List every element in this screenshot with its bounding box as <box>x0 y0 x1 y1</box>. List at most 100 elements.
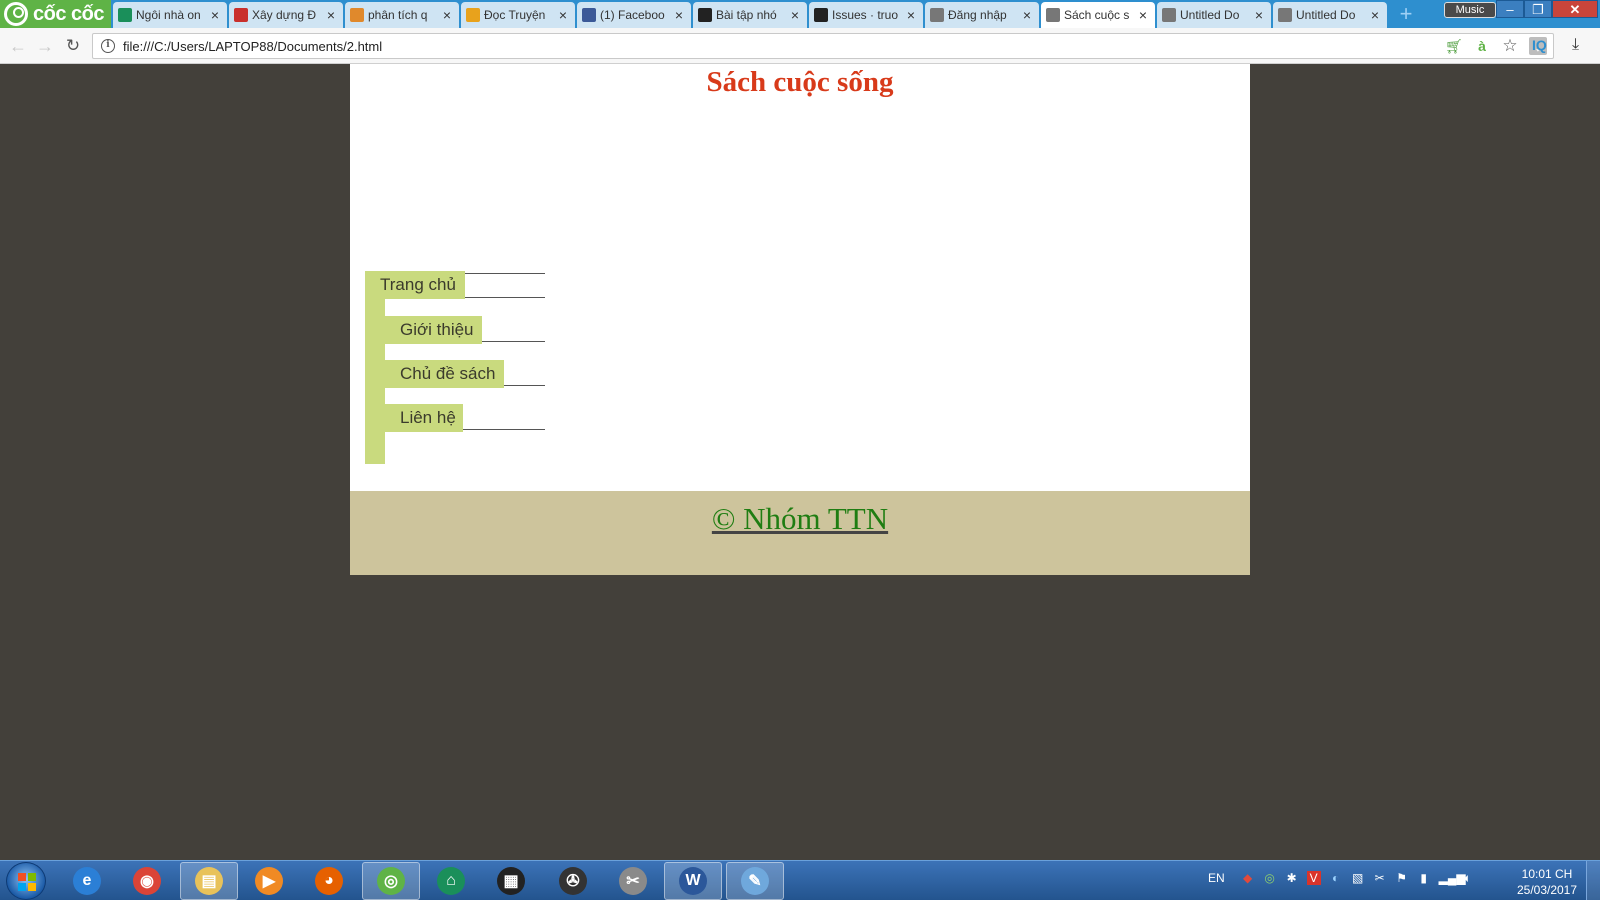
network-sync-tray-icon[interactable]: ◐ <box>1329 871 1343 885</box>
minimize-button[interactable]: – <box>1496 0 1524 18</box>
browser-tab[interactable]: Sách cuộc s × <box>1041 2 1155 28</box>
shopping-cart-icon[interactable]: 🛒︎ <box>1445 37 1463 55</box>
snip-tray-icon[interactable]: ✂ <box>1373 871 1387 885</box>
browser-tab[interactable]: Issues · truo × <box>809 2 923 28</box>
browser-tab-strip: cốc cốc Ngôi nhà on × Xây dựng Đ × phân tích… <box>0 0 1600 28</box>
restore-button[interactable]: ❐ <box>1524 0 1552 18</box>
document-icon <box>1278 8 1292 22</box>
tab-close-icon[interactable]: × <box>1021 7 1033 23</box>
tab-title: Sách cuộc s <box>1064 8 1130 22</box>
firefox-icon: ◕ <box>315 867 343 895</box>
taskbar-app-button[interactable]: ◉ <box>118 862 176 900</box>
tool-tray-icon[interactable]: ▧ <box>1351 871 1365 885</box>
language-indicator[interactable]: EN <box>1208 871 1225 885</box>
new-tab-button[interactable]: + <box>1396 3 1416 25</box>
github-icon <box>698 8 712 22</box>
volume-tray-icon[interactable]: 🔈︎ <box>1461 871 1475 885</box>
tab-close-icon[interactable]: × <box>789 7 801 23</box>
back-button[interactable]: ← <box>8 36 28 56</box>
menu-item-book-topics[interactable]: Chủ đề sách <box>385 360 504 388</box>
signal-tray-icon[interactable]: ▂▄▆ <box>1439 871 1466 885</box>
document-icon <box>1162 8 1176 22</box>
windows-logo-icon <box>18 873 36 891</box>
tab-close-icon[interactable]: × <box>209 7 221 23</box>
clapper-icon: ✇ <box>559 867 587 895</box>
menu-item-home[interactable]: Trang chủ <box>365 271 465 299</box>
menu-item-contact[interactable]: Liên hệ <box>385 404 463 432</box>
browser-tab[interactable]: Untitled Do × <box>1273 2 1387 28</box>
menu-bar-background <box>365 277 385 464</box>
bluetooth-tray-icon[interactable]: ✱ <box>1285 871 1299 885</box>
tab-title: Issues · truo <box>832 8 899 22</box>
media-player-icon: ▶ <box>255 867 283 895</box>
browser-tab[interactable]: Untitled Do × <box>1157 2 1271 28</box>
menu-item-about[interactable]: Giới thiệu <box>385 316 482 344</box>
tab-close-icon[interactable]: × <box>441 7 453 23</box>
browser-tab[interactable]: phân tích q × <box>345 2 459 28</box>
tab-title: Đọc Truyện <box>484 8 546 22</box>
tab-close-icon[interactable]: × <box>325 7 337 23</box>
browser-tab[interactable]: (1) Faceboo × <box>577 2 691 28</box>
tab-list: Ngôi nhà on × Xây dựng Đ × phân tích q × Đọc T… <box>113 2 1389 28</box>
brush-icon <box>234 8 248 22</box>
tab-title: Đăng nhập <box>948 8 1007 22</box>
bookmark-star-icon[interactable]: ☆ <box>1501 37 1519 55</box>
action-center-flag-icon[interactable]: ⚑ <box>1395 871 1409 885</box>
coccoc-menu-button[interactable]: cốc cốc <box>0 0 111 28</box>
taskbar-app-button[interactable]: ▤ <box>180 862 238 900</box>
browser-tab[interactable]: Bài tập nhó × <box>693 2 807 28</box>
brand-name: cốc cốc <box>33 2 104 25</box>
system-clock[interactable]: 10:01 CH 25/03/2017 <box>1512 866 1582 898</box>
browser-tab[interactable]: Xây dựng Đ × <box>229 2 343 28</box>
battery-tray-icon[interactable]: ▮ <box>1417 871 1431 885</box>
downloads-icon[interactable]: ⤓ <box>1572 36 1579 54</box>
forward-button[interactable]: → <box>35 36 55 56</box>
start-button[interactable] <box>6 862 46 900</box>
browser-tab[interactable]: Đọc Truyện × <box>461 2 575 28</box>
reload-button[interactable]: ↻ <box>63 36 83 56</box>
tab-close-icon[interactable]: × <box>1369 7 1381 23</box>
taskbar-app-button[interactable]: ◎ <box>362 862 420 900</box>
paint-icon: ✎ <box>741 867 769 895</box>
info-icon[interactable]: i <box>101 39 115 53</box>
taskbar-app-button[interactable]: e <box>58 862 116 900</box>
url-text[interactable]: file:///C:/Users/LAPTOP88/Documents/2.ht… <box>123 39 1445 54</box>
menu-underline <box>504 385 545 386</box>
taskbar-app-button[interactable]: ✇ <box>544 862 602 900</box>
close-window-button[interactable]: ✕ <box>1552 0 1598 18</box>
tab-close-icon[interactable]: × <box>905 7 917 23</box>
word-icon: W <box>679 867 707 895</box>
taskbar-app-button[interactable]: ▦ <box>482 862 540 900</box>
page-title: Sách cuộc sống <box>706 66 894 98</box>
taskbar-app-button[interactable]: ▶ <box>240 862 298 900</box>
antivirus-tray-icon[interactable]: ◆ <box>1241 871 1255 885</box>
address-bar[interactable]: i file:///C:/Users/LAPTOP88/Documents/2.… <box>92 33 1554 59</box>
file-explorer-icon: ▤ <box>195 867 223 895</box>
coccoc-logo-icon <box>4 2 28 26</box>
show-desktop-button[interactable] <box>1586 861 1600 900</box>
facebook-icon <box>582 8 596 22</box>
coccoc-tray-icon[interactable]: ◎ <box>1263 871 1277 885</box>
browser-tab[interactable]: Ngôi nhà on × <box>113 2 227 28</box>
tab-close-icon[interactable]: × <box>557 7 569 23</box>
music-button[interactable]: Music <box>1444 2 1496 18</box>
tab-close-icon[interactable]: × <box>1137 7 1149 23</box>
taskbar-app-button[interactable]: ◕ <box>300 862 358 900</box>
coccoc-icon: ◎ <box>377 867 405 895</box>
taskbar-app-button[interactable]: ⌂ <box>422 862 480 900</box>
taskbar-app-button[interactable]: ✎ <box>726 862 784 900</box>
internet-explorer-icon: e <box>73 867 101 895</box>
menu-underline <box>482 341 545 342</box>
tab-title: Untitled Do <box>1180 8 1240 22</box>
windows-taskbar: e ◉ ▤ ▶ ◕ ◎ ⌂ ▦ ✇ ✂ W ✎ EN ◆ ◎ ✱ V ◐ ▧ ✂ ⚑ ▮ ▂▄▆ 🔈︎… <box>0 860 1600 900</box>
footer-copyright-link[interactable]: © Nhóm TTN <box>712 501 888 537</box>
unikey-tray-icon[interactable]: V <box>1306 871 1321 885</box>
taskbar-app-button[interactable]: W <box>664 862 722 900</box>
tab-close-icon[interactable]: × <box>673 7 685 23</box>
translate-a-icon[interactable]: à <box>1473 37 1491 55</box>
taskbar-app-button[interactable]: ✂ <box>604 862 662 900</box>
browser-tab[interactable]: Đăng nhập × <box>925 2 1039 28</box>
clock-date: 25/03/2017 <box>1516 883 1578 897</box>
iq-button[interactable]: IQ <box>1532 37 1547 53</box>
tab-close-icon[interactable]: × <box>1253 7 1265 23</box>
